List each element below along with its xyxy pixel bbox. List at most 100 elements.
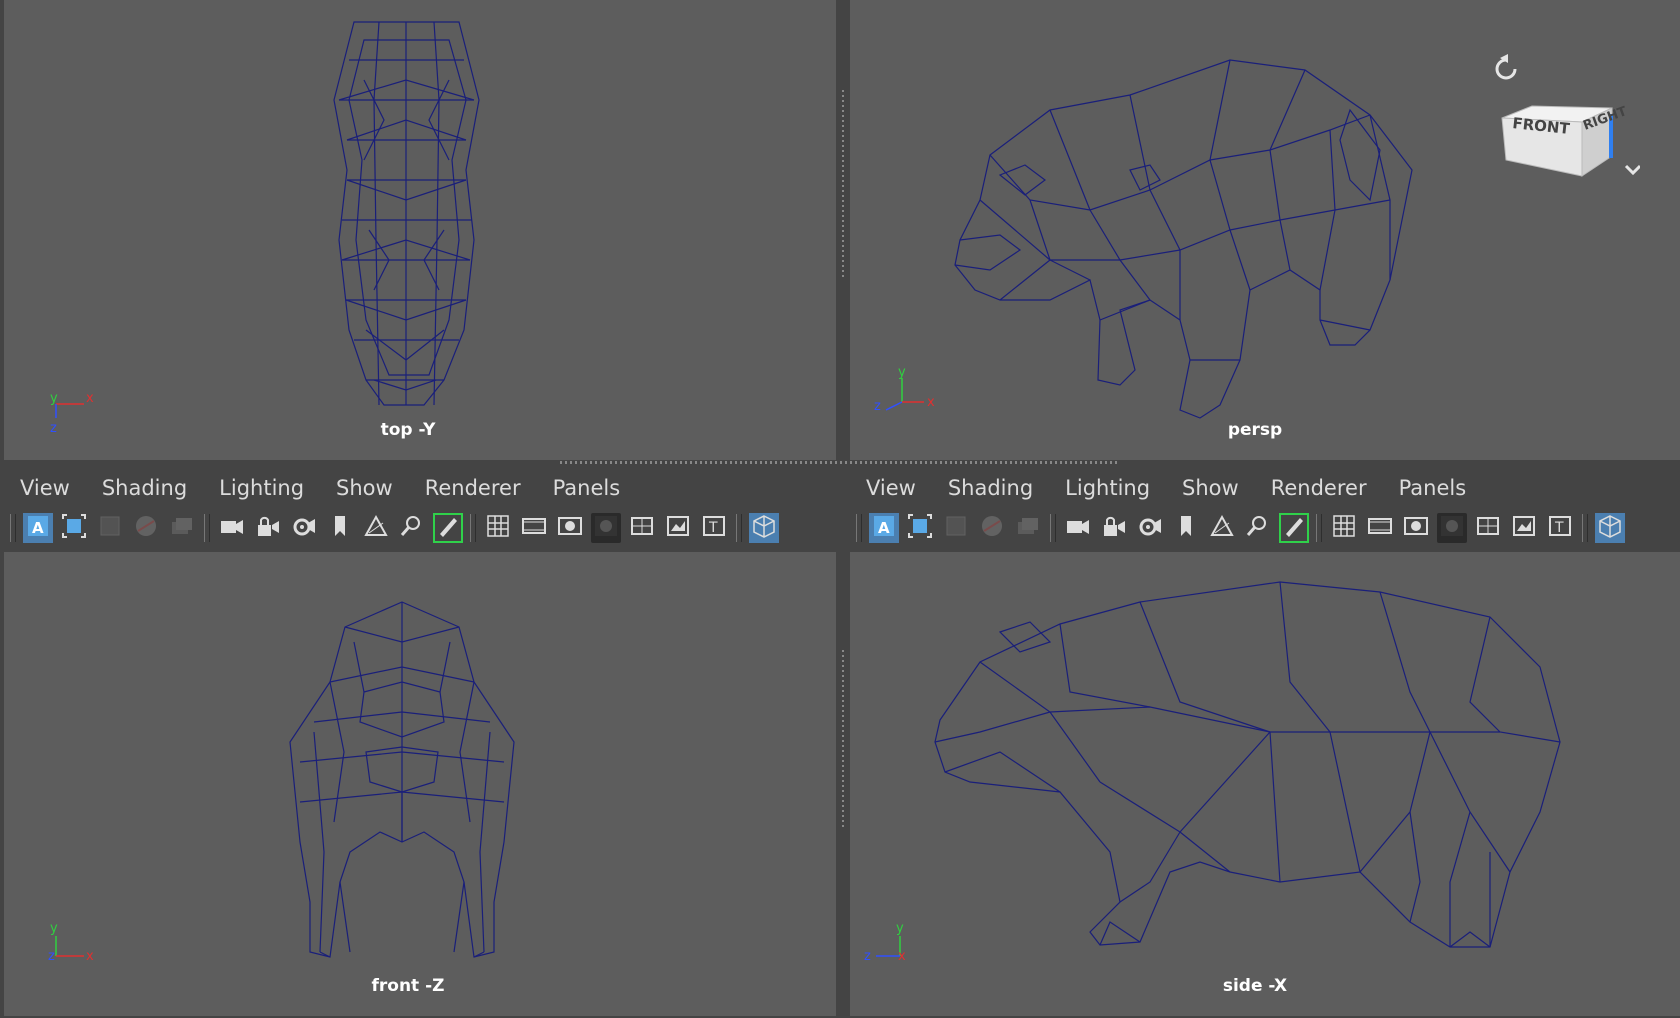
vertical-splitter-bottom[interactable] (842, 650, 844, 830)
select-all-button[interactable]: A (869, 513, 899, 543)
frame-all-button[interactable] (95, 513, 125, 543)
2d-pan-zoom-icon (1245, 513, 1271, 544)
grid-button[interactable] (1329, 513, 1359, 543)
image-plane-button[interactable] (1207, 513, 1237, 543)
camera-button[interactable] (1063, 513, 1093, 543)
film-gate-button[interactable] (519, 513, 549, 543)
bear-wireframe-side (934, 581, 1561, 948)
axis-gizmo-side: y x z (864, 921, 906, 964)
menu-lighting[interactable]: Lighting (1065, 476, 1150, 500)
layers-button[interactable] (167, 513, 197, 543)
grease-pencil-icon (435, 513, 461, 544)
lock-camera-button[interactable] (253, 513, 283, 543)
2d-pan-zoom-button[interactable] (397, 513, 427, 543)
bookmark-button[interactable] (1171, 513, 1201, 543)
toolbar-separator (1316, 514, 1322, 542)
viewcube-toggle-icon (751, 513, 777, 544)
safe-title-button[interactable]: T (1545, 513, 1575, 543)
bookmark-button[interactable] (325, 513, 355, 543)
bookmark-icon (327, 513, 353, 544)
field-chart-icon (1475, 513, 1501, 544)
field-chart-button[interactable] (1473, 513, 1503, 543)
viewport-label-side: side -X (1222, 976, 1288, 996)
menu-shading[interactable]: Shading (102, 476, 187, 500)
2d-pan-zoom-icon (399, 513, 425, 544)
chevron-down-icon[interactable] (1624, 164, 1642, 176)
gate-mask-icon (593, 513, 619, 544)
axis-z-label: z (50, 421, 57, 436)
camera-attributes-icon (1137, 513, 1163, 544)
viewcube-toggle-button[interactable] (749, 513, 779, 543)
menu-renderer[interactable]: Renderer (425, 476, 521, 500)
bear-wireframe-front (289, 601, 515, 958)
gate-mask-button[interactable] (1437, 513, 1467, 543)
layers-button[interactable] (1013, 513, 1043, 543)
frame-selection-icon (61, 513, 87, 544)
camera-icon (1065, 513, 1091, 544)
menu-panels[interactable]: Panels (1399, 476, 1467, 500)
toolbar-separator (10, 514, 16, 542)
svg-text:T: T (708, 520, 718, 536)
grid-button[interactable] (483, 513, 513, 543)
camera-attributes-button[interactable] (289, 513, 319, 543)
safe-title-button[interactable]: T (699, 513, 729, 543)
menu-show[interactable]: Show (1182, 476, 1239, 500)
resolution-gate-button[interactable] (555, 513, 585, 543)
field-chart-icon (629, 513, 655, 544)
safe-action-button[interactable] (1509, 513, 1539, 543)
frame-all-icon (943, 513, 969, 544)
vertical-splitter-top[interactable] (842, 90, 844, 280)
camera-icon (219, 513, 245, 544)
viewport-side[interactable]: y x z side -X (850, 552, 1680, 1016)
image-plane-icon (1209, 513, 1235, 544)
svg-text:A: A (32, 519, 44, 537)
viewcube-toggle-icon (1597, 513, 1623, 544)
safe-action-button[interactable] (663, 513, 693, 543)
svg-text:T: T (1554, 520, 1564, 536)
menu-shading[interactable]: Shading (948, 476, 1033, 500)
menu-renderer[interactable]: Renderer (1271, 476, 1367, 500)
frame-all-button[interactable] (941, 513, 971, 543)
shaded-ball-button[interactable] (131, 513, 161, 543)
frame-selection-icon (907, 513, 933, 544)
2d-pan-zoom-button[interactable] (1243, 513, 1273, 543)
film-gate-button[interactable] (1365, 513, 1395, 543)
menu-panels[interactable]: Panels (553, 476, 621, 500)
menu-view[interactable]: View (866, 476, 916, 500)
grease-pencil-button[interactable] (433, 513, 463, 543)
axis-gizmo-front: y x z (48, 921, 94, 964)
view-cube[interactable]: FRONT RIGHT (1490, 48, 1642, 188)
shaded-ball-button[interactable] (977, 513, 1007, 543)
resolution-gate-button[interactable] (1401, 513, 1431, 543)
lock-camera-icon (1101, 513, 1127, 544)
field-chart-button[interactable] (627, 513, 657, 543)
grease-pencil-button[interactable] (1279, 513, 1309, 543)
viewport-top[interactable]: y x z top -Y (4, 0, 836, 460)
gate-mask-button[interactable] (591, 513, 621, 543)
image-plane-button[interactable] (361, 513, 391, 543)
axis-y-label: y (50, 391, 58, 406)
grid-icon (485, 513, 511, 544)
select-all-button[interactable]: A (23, 513, 53, 543)
safe-action-icon (1511, 513, 1537, 544)
horizontal-splitter[interactable] (560, 461, 1120, 464)
camera-attributes-button[interactable] (1135, 513, 1165, 543)
lock-camera-button[interactable] (1099, 513, 1129, 543)
camera-button[interactable] (217, 513, 247, 543)
axis-gizmo-top: y x z (50, 391, 94, 436)
frame-selection-button[interactable] (59, 513, 89, 543)
frame-selection-button[interactable] (905, 513, 935, 543)
toolbar-separator (204, 514, 210, 542)
viewport-label-top: top -Y (380, 420, 436, 440)
svg-text:A: A (878, 519, 890, 537)
film-gate-icon (1367, 513, 1393, 544)
viewport-label-persp: persp (1227, 420, 1283, 440)
menu-view[interactable]: View (20, 476, 70, 500)
axis-x-label: x (927, 395, 935, 410)
panel-toolbar-right: AT (852, 504, 1680, 552)
menu-show[interactable]: Show (336, 476, 393, 500)
menu-lighting[interactable]: Lighting (219, 476, 304, 500)
viewcube-toggle-button[interactable] (1595, 513, 1625, 543)
rotate-view-icon[interactable] (1495, 54, 1517, 80)
viewport-front[interactable]: y x z front -Z (4, 552, 836, 1016)
